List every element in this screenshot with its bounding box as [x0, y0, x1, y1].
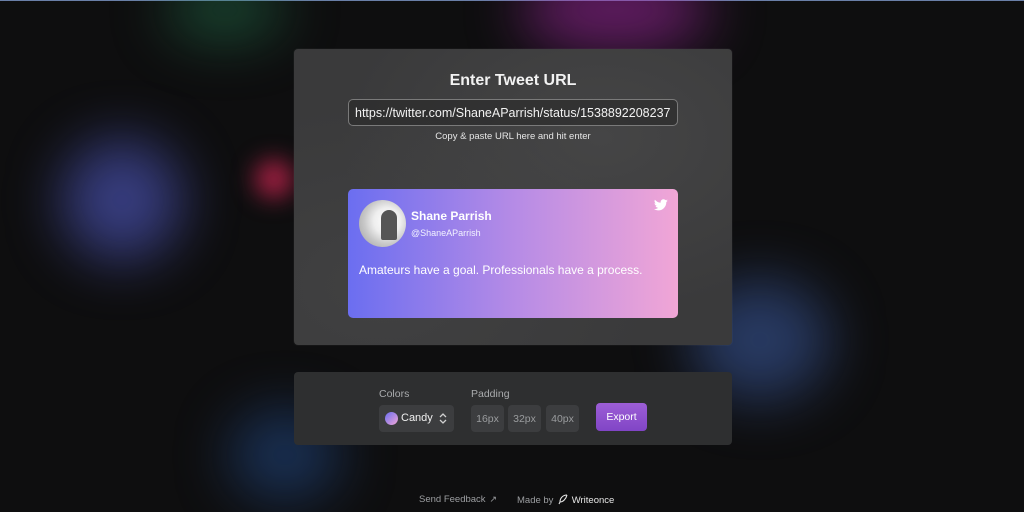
selected-color-label: Candy: [401, 412, 433, 424]
colors-label: Colors: [379, 388, 410, 400]
chevron-up-down-icon: [439, 413, 447, 424]
url-helper-text: Copy & paste URL here and hit enter: [435, 131, 591, 142]
tweet-preview-card: Shane Parrish @ShaneAParrish Amateurs ha…: [348, 189, 678, 318]
background-glow: [165, 0, 285, 40]
padding-label: Padding: [471, 388, 510, 400]
avatar-figure: [381, 210, 397, 240]
avatar: [359, 200, 406, 247]
tweet-author-name: Shane Parrish: [411, 209, 492, 223]
page-title: Enter Tweet URL: [449, 72, 577, 89]
tweet-url-input[interactable]: [348, 99, 678, 126]
export-button[interactable]: Export: [596, 403, 647, 431]
brand-name[interactable]: Writeonce: [572, 495, 615, 506]
padding-40-button[interactable]: 40px: [546, 405, 579, 432]
padding-32-button[interactable]: 32px: [508, 405, 541, 432]
send-feedback-link[interactable]: Send Feedback ↗: [419, 494, 497, 505]
tweet-text: Amateurs have a goal. Professionals have…: [359, 263, 643, 277]
color-theme-select[interactable]: Candy: [379, 405, 454, 432]
made-by-credit: Made by Writeonce: [517, 494, 614, 506]
background-glow: [520, 0, 710, 50]
tweet-editor-card: Enter Tweet URL Copy & paste URL here an…: [294, 49, 732, 345]
feather-icon: [558, 494, 568, 505]
top-border: [0, 0, 1024, 1]
tweet-author-handle: @ShaneAParrish: [411, 228, 481, 238]
send-feedback-label: Send Feedback: [419, 494, 486, 505]
made-by-label: Made by: [517, 495, 554, 506]
external-link-icon: ↗: [489, 494, 498, 504]
color-swatch: [385, 412, 398, 425]
background-glow: [62, 140, 182, 260]
controls-panel: Colors Candy Padding 16px 32px 40px Expo…: [294, 372, 732, 445]
twitter-icon: [654, 199, 668, 211]
padding-16-button[interactable]: 16px: [471, 405, 504, 432]
background-glow: [255, 160, 293, 198]
